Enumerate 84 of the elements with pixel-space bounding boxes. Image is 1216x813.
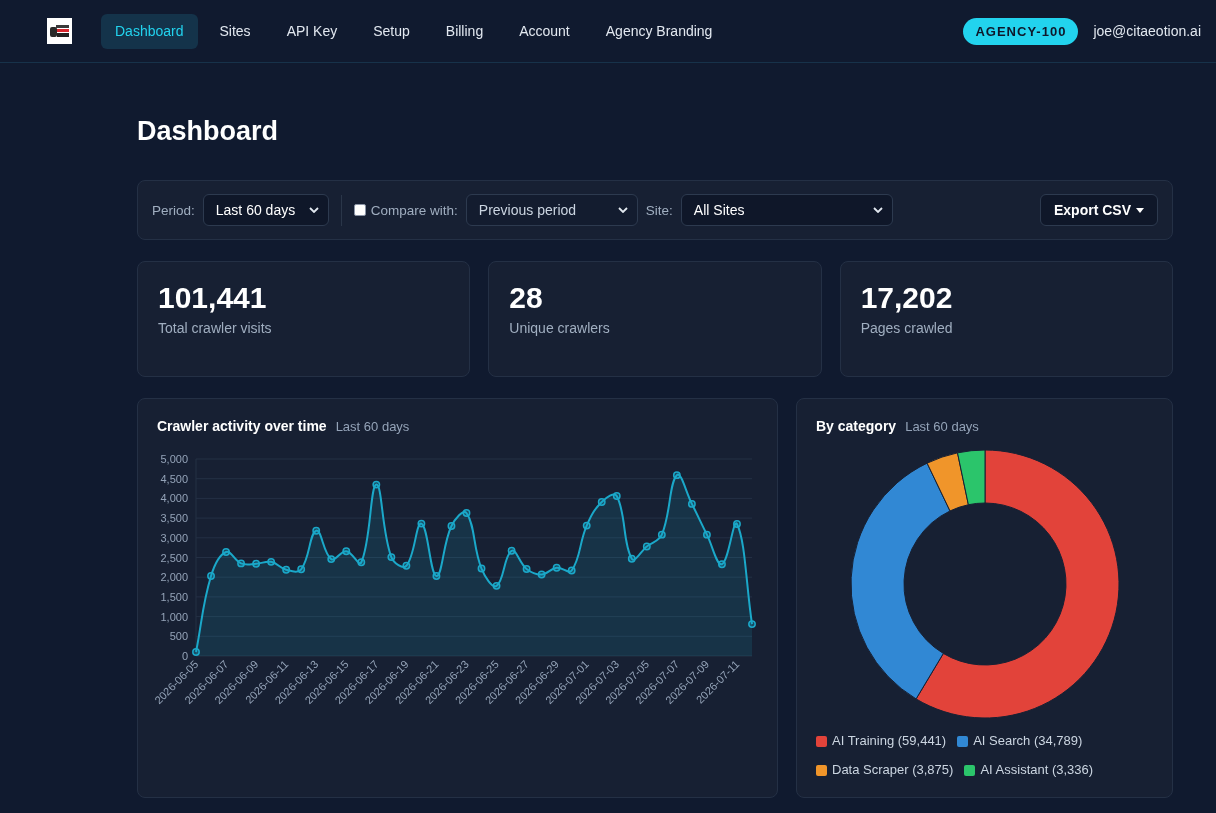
data-point bbox=[357, 558, 366, 567]
field-label: Compare with: bbox=[370, 202, 458, 218]
data-point bbox=[207, 572, 215, 580]
data-point bbox=[718, 560, 726, 569]
stat-label: Pages crawled bbox=[860, 319, 954, 337]
nav-tab[interactable]: Dashboard bbox=[101, 13, 198, 49]
data-point bbox=[657, 530, 666, 539]
data-point bbox=[312, 526, 321, 535]
field-label: Period: bbox=[152, 202, 195, 218]
y-axis-label: 1,500 bbox=[160, 590, 188, 603]
data-point bbox=[447, 522, 456, 530]
logo-icon[interactable] bbox=[47, 18, 72, 44]
data-point bbox=[402, 561, 411, 570]
nav-tab[interactable]: Account bbox=[505, 13, 584, 49]
y-axis-label: 5,000 bbox=[160, 453, 188, 465]
data-point bbox=[492, 581, 501, 590]
chart-subtitle: Last 60 days bbox=[335, 418, 410, 436]
stat-label: Unique crawlers bbox=[509, 319, 611, 337]
data-point bbox=[612, 492, 621, 500]
data-point bbox=[537, 570, 546, 579]
y-axis-label: 2,000 bbox=[160, 571, 188, 584]
data-point bbox=[342, 547, 351, 556]
nav-tab[interactable]: Billing bbox=[431, 13, 498, 49]
y-axis-label: 1,000 bbox=[160, 610, 188, 623]
data-point bbox=[642, 542, 651, 551]
data-point bbox=[687, 499, 696, 508]
nav-tab[interactable]: Agency Branding bbox=[591, 13, 727, 49]
data-point bbox=[267, 557, 276, 566]
data-point bbox=[522, 565, 531, 573]
y-axis-label: 4,000 bbox=[160, 492, 188, 505]
data-point bbox=[477, 564, 486, 573]
y-axis-label: 4,500 bbox=[160, 472, 188, 485]
stat-label: Total crawler visits bbox=[158, 319, 273, 337]
data-point bbox=[327, 555, 336, 564]
field-label: Site: bbox=[645, 202, 673, 218]
y-axis-label: 2,500 bbox=[160, 551, 188, 564]
y-axis-label: 3,000 bbox=[160, 531, 188, 544]
y-axis-label: 500 bbox=[169, 630, 188, 643]
legend-label[interactable]: AI Assistant (3,336) bbox=[980, 762, 1094, 778]
data-point bbox=[387, 553, 396, 562]
stat-value: 17,202 bbox=[860, 281, 954, 315]
chart-title: Crawler activity over time bbox=[157, 417, 327, 435]
nav-tab[interactable]: Setup bbox=[359, 13, 424, 49]
page-title: Dashboard bbox=[137, 115, 280, 147]
data-point bbox=[372, 480, 381, 489]
data-point bbox=[567, 566, 576, 575]
chart-title: By category bbox=[816, 417, 897, 435]
data-point bbox=[237, 559, 246, 568]
caret-down-icon bbox=[1136, 207, 1144, 213]
data-point bbox=[597, 498, 606, 506]
data-point bbox=[432, 572, 441, 580]
data-point bbox=[748, 620, 756, 629]
data-point bbox=[507, 546, 516, 555]
data-point bbox=[627, 554, 636, 563]
legend-label[interactable]: AI Search (34,789) bbox=[973, 733, 1083, 749]
data-point bbox=[462, 509, 471, 517]
period-select[interactable]: Last 60 days bbox=[202, 194, 329, 226]
stat-value: 28 bbox=[509, 281, 544, 315]
data-point bbox=[552, 563, 561, 572]
data-point bbox=[417, 519, 426, 528]
y-axis-label: 0 bbox=[181, 650, 188, 662]
data-point bbox=[702, 530, 711, 539]
nav-tab[interactable]: API Key bbox=[272, 13, 352, 49]
user-email[interactable]: joe@citaeotion.ai bbox=[1093, 23, 1201, 39]
legend-label[interactable]: AI Training (59,441) bbox=[832, 733, 947, 749]
chevron-down-icon bbox=[617, 207, 628, 213]
y-axis-label: 3,500 bbox=[160, 512, 188, 525]
data-point bbox=[222, 548, 230, 556]
data-point bbox=[192, 648, 200, 656]
legend-label[interactable]: Data Scraper (3,875) bbox=[832, 762, 954, 778]
site-select[interactable]: All Sites bbox=[680, 194, 893, 226]
chevron-down-icon bbox=[872, 207, 883, 213]
nav-tab[interactable]: Sites bbox=[205, 13, 265, 49]
plan-badge: AGENCY-100 bbox=[963, 17, 1079, 45]
chevron-down-icon bbox=[308, 207, 319, 213]
data-point bbox=[582, 521, 591, 530]
chart-subtitle: Last 60 days bbox=[905, 418, 979, 436]
data-point bbox=[252, 559, 261, 568]
data-point bbox=[672, 471, 681, 480]
data-point bbox=[297, 565, 306, 574]
stat-value: 101,441 bbox=[158, 281, 268, 315]
data-point bbox=[733, 520, 741, 528]
data-point bbox=[282, 565, 291, 574]
export-csv-button[interactable]: Export CSV bbox=[1040, 194, 1158, 226]
